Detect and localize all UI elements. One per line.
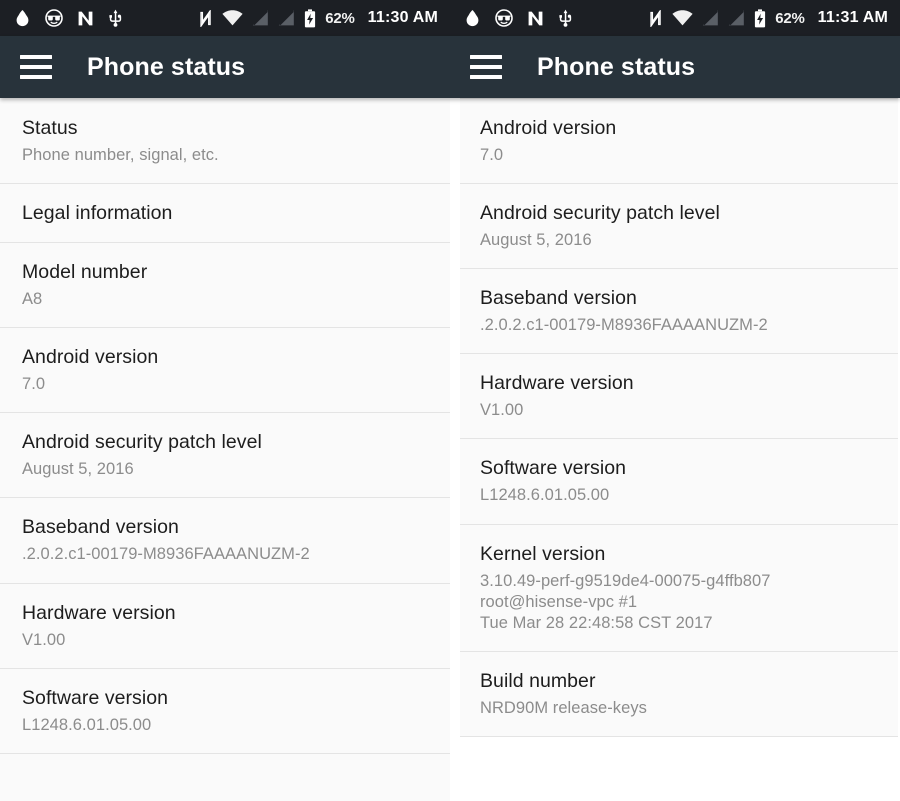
list-item-summary: A8 [22,290,43,309]
nfc-icon [649,9,663,27]
signal-empty-sim1-icon [252,10,269,26]
status-bar-right-icons: 62% 11:31 AM [649,8,888,28]
wifi-icon [672,10,693,26]
list-item-title: Android version [22,346,159,369]
status-bar-left-icons [14,9,123,27]
battery-percent-label: 62% [325,9,355,27]
settings-list: Android version 7.0 Android security pat… [460,98,898,737]
status-bar-clock: 11:31 AM [817,9,888,26]
signal-empty-sim2-icon [278,10,295,26]
list-item-summary: .2.0.2.c1-00179-M8936FAAAANUZM-2 [22,545,310,564]
list-item[interactable]: Legal information [0,184,450,244]
signal-empty-sim1-icon [702,10,719,26]
list-item-summary: V1.00 [480,401,524,420]
list-item-title: Baseband version [480,287,637,310]
panes-container: Status Phone number, signal, etc. Legal … [0,98,900,801]
sunglasses-face-icon [45,9,63,27]
flame-icon [14,9,31,27]
list-item-summary: V1.00 [22,630,66,649]
list-item[interactable]: Android security patch level August 5, 2… [0,413,450,499]
list-item-title: Software version [22,686,169,709]
nfc-n-logo-icon [77,10,94,27]
status-bar-clock: 11:30 AM [367,9,438,26]
battery-charging-icon [754,8,766,28]
list-item-title: Android security patch level [480,202,720,225]
hamburger-menu-icon[interactable] [20,55,52,79]
list-item[interactable]: Android version 7.0 [460,99,898,185]
wifi-icon [222,10,243,26]
list-item[interactable]: Hardware version V1.00 [460,354,898,440]
settings-pane-right: Android version 7.0 Android security pat… [450,98,900,801]
list-item-title: Build number [480,669,596,692]
list-item-summary: August 5, 2016 [22,460,134,479]
list-item-title: Software version [480,457,627,480]
nfc-icon [199,9,213,27]
list-item[interactable]: Build number NRD90M release-keys [460,651,898,737]
list-item-summary: Phone number, signal, etc. [22,146,219,164]
usb-icon [558,9,573,27]
list-item-title: Baseband version [22,516,179,539]
list-item[interactable]: Status Phone number, signal, etc. [0,98,450,185]
list-item-summary: L1248.6.01.05.00 [22,715,152,734]
app-bar-right-panel: Phone status [450,36,900,98]
page-title: Phone status [537,52,696,81]
list-item-summary: 7.0 [480,146,504,164]
list-item-title: Legal information [22,202,173,225]
list-item[interactable]: Baseband version .2.0.2.c1-00179-M8936FA… [460,269,898,355]
list-item[interactable]: Kernel version 3.10.49-perf-g9519de4-000… [460,524,898,652]
list-item-title: Status [22,117,78,139]
status-bar-right-icons: 62% 11:30 AM [199,8,438,28]
usb-icon [108,9,123,27]
signal-empty-sim2-icon [728,10,745,26]
list-item[interactable]: Hardware version V1.00 [0,583,450,669]
list-item[interactable]: Model number A8 [0,243,450,329]
list-item[interactable]: Android version 7.0 [0,328,450,414]
list-item-summary: 3.10.49-perf-g9519de4-00075-g4ffb807 roo… [480,571,771,632]
list-item-title: Hardware version [22,601,176,624]
list-item[interactable]: Software version L1248.6.01.05.00 [460,439,898,525]
list-item-title: Model number [22,261,148,284]
list-item[interactable]: Baseband version .2.0.2.c1-00179-M8936FA… [0,498,450,584]
battery-percent-label: 62% [775,9,805,27]
app-bar-row: Phone status Phone status [0,36,900,98]
list-item-summary: NRD90M release-keys [480,698,647,717]
list-item[interactable]: Android security patch level August 5, 2… [460,184,898,270]
flame-icon [464,9,481,27]
status-bar-left-panel: 62% 11:30 AM [0,0,450,36]
battery-charging-icon [304,8,316,28]
list-item-title: Android version [480,117,617,139]
nfc-n-logo-icon [527,10,544,27]
dual-screenshot-composite: 62% 11:30 AM 62% 11:31 AM Phone status P… [0,0,900,801]
settings-pane-left: Status Phone number, signal, etc. Legal … [0,98,450,801]
hamburger-menu-icon[interactable] [470,55,502,79]
page-title: Phone status [87,52,246,81]
settings-list: Status Phone number, signal, etc. Legal … [0,98,450,754]
list-item-title: Kernel version [480,542,606,565]
status-bar-right-panel: 62% 11:31 AM [450,0,900,36]
list-item-summary: L1248.6.01.05.00 [480,486,610,505]
list-item-summary: .2.0.2.c1-00179-M8936FAAAANUZM-2 [480,316,768,335]
status-bar-row: 62% 11:30 AM 62% 11:31 AM [0,0,900,36]
sunglasses-face-icon [495,9,513,27]
list-item-summary: August 5, 2016 [480,231,592,250]
list-item-title: Android security patch level [22,431,262,454]
status-bar-left-icons [464,9,573,27]
list-item-title: Hardware version [480,372,634,395]
app-bar-left-panel: Phone status [0,36,450,98]
list-item[interactable]: Software version L1248.6.01.05.00 [0,668,450,754]
list-item-summary: 7.0 [22,375,46,394]
